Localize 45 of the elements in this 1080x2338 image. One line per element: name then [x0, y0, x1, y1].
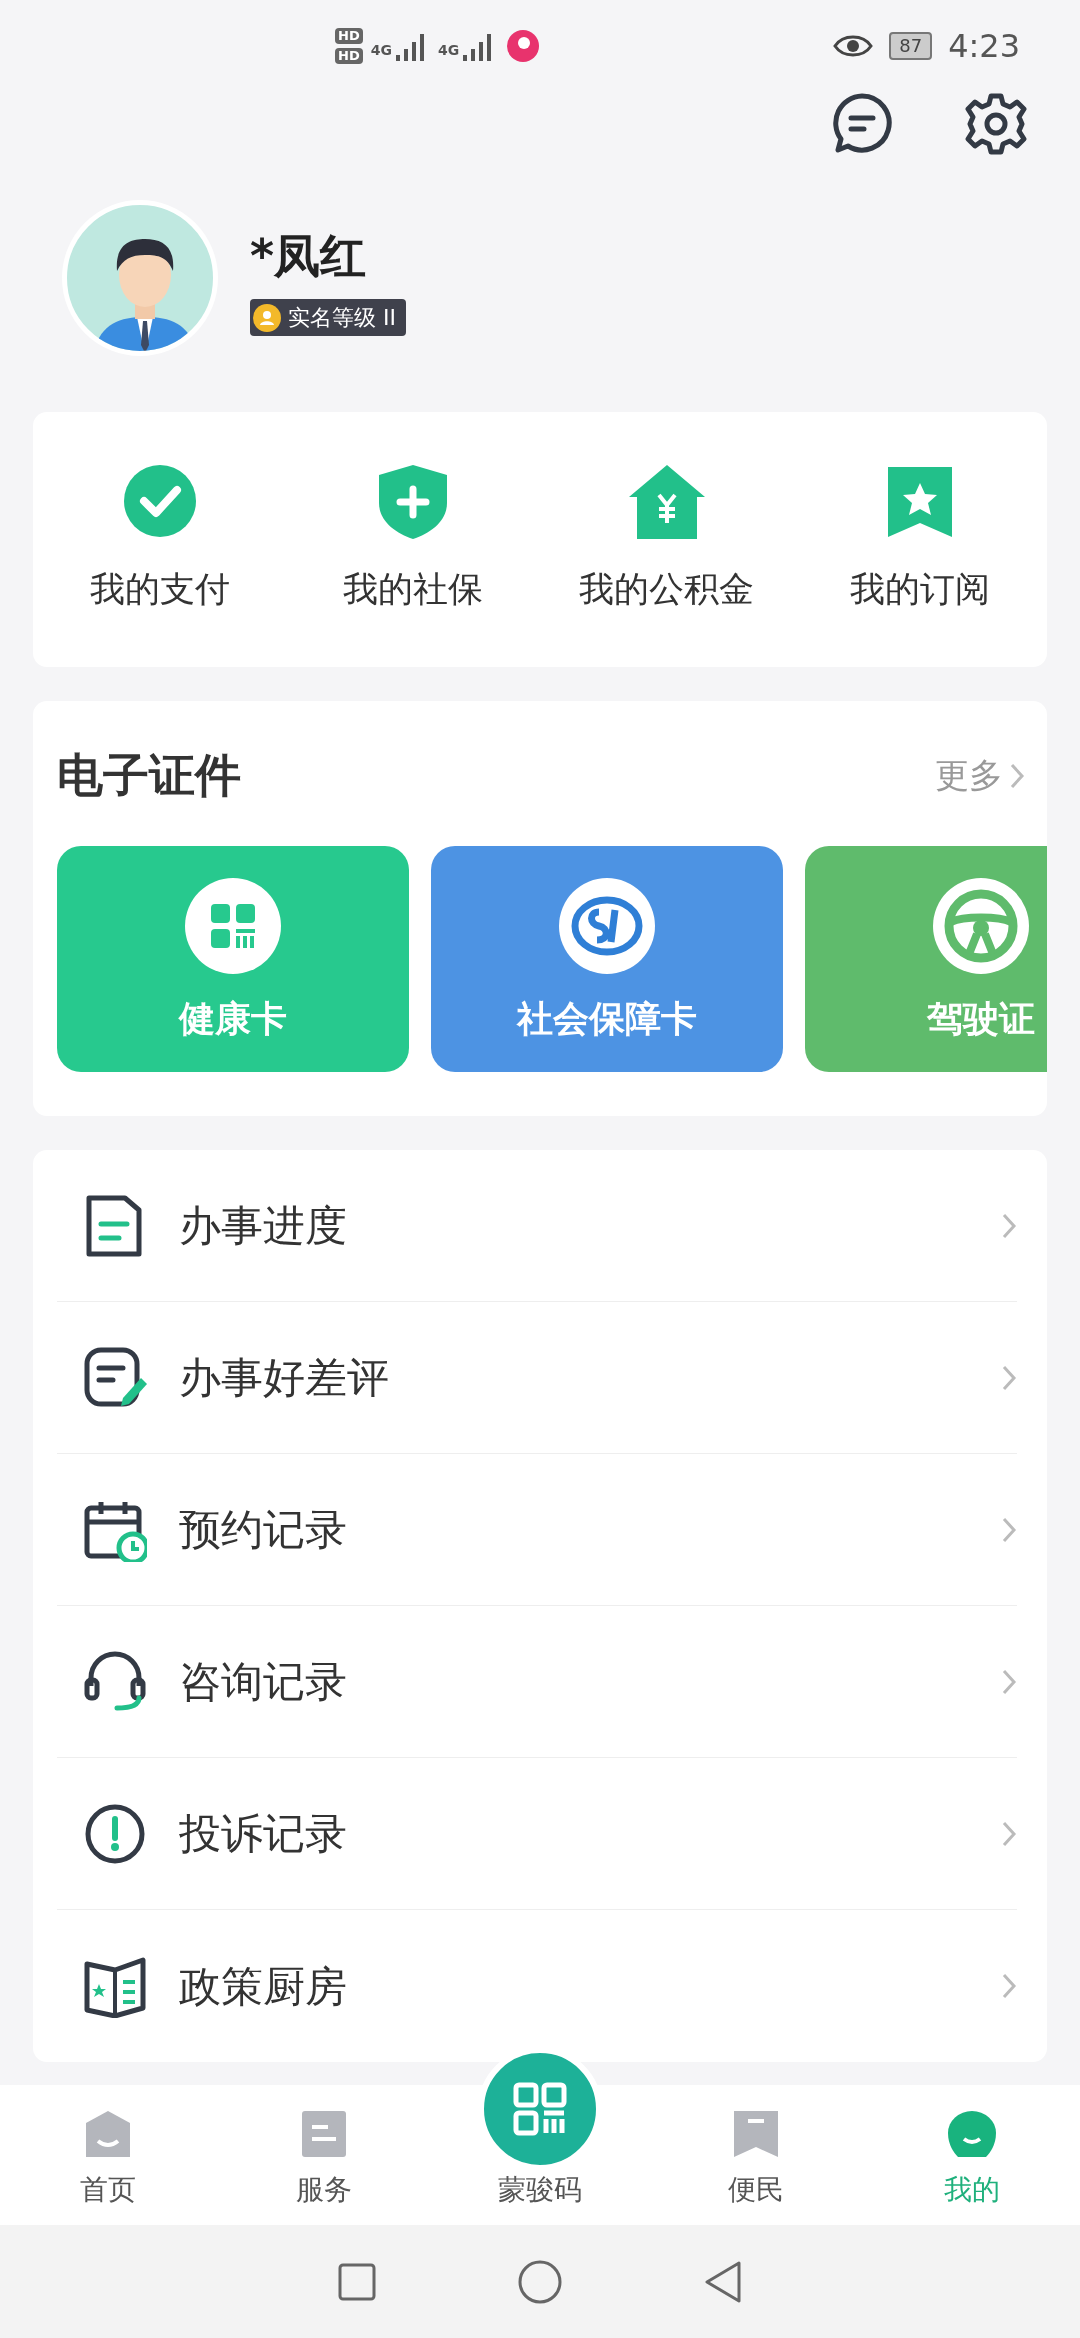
qr-code-icon	[185, 878, 281, 974]
back-button[interactable]	[703, 2259, 743, 2304]
chevron-right-icon	[1009, 761, 1025, 790]
quick-link[interactable]: 我的订阅	[850, 563, 991, 616]
message-icon[interactable]	[830, 92, 894, 156]
person-icon	[252, 302, 282, 333]
steering-wheel-icon	[933, 878, 1029, 974]
house-yen-icon	[628, 463, 705, 542]
battery-indicator: 87	[889, 32, 933, 60]
chevron-right-icon	[1001, 1972, 1017, 2000]
chevron-right-icon	[1001, 1819, 1017, 1848]
chevron-right-icon	[1001, 1667, 1017, 1696]
menu-item[interactable]: 咨询记录	[179, 1650, 969, 1713]
tab-item[interactable]: 服务	[296, 2169, 352, 2211]
network-type: 4G	[437, 41, 460, 60]
chevron-right-icon	[1001, 1515, 1017, 1544]
app-notification-icon	[505, 28, 542, 64]
verification-badge: 实名等级 II	[250, 299, 406, 336]
social-security-logo-icon	[559, 878, 655, 974]
user-name: *凤红	[250, 228, 367, 285]
person-icon	[946, 2109, 998, 2159]
chevron-right-icon	[1001, 1211, 1017, 1240]
menu-item[interactable]: 政策厨房	[179, 1954, 969, 2018]
status-time: 4:23	[948, 26, 1020, 67]
chevron-right-icon	[1001, 1363, 1017, 1392]
menu-item[interactable]: 预约记录	[179, 1498, 969, 1561]
home-button[interactable]	[517, 2258, 563, 2305]
menu-item[interactable]: 投诉记录	[179, 1802, 969, 1865]
settings-icon[interactable]	[964, 92, 1028, 156]
tab-item[interactable]: 蒙骏码	[498, 2169, 582, 2211]
quick-link[interactable]: 我的社保	[343, 563, 484, 616]
note-pen-icon	[83, 1345, 147, 1410]
hd-indicator: HD	[335, 48, 363, 64]
book-icon	[83, 1954, 147, 2018]
menu-item[interactable]: 办事好差评	[179, 1346, 969, 1409]
tab-item[interactable]: 首页	[80, 2169, 136, 2211]
recents-button[interactable]	[337, 2261, 377, 2302]
quick-link[interactable]: 我的支付	[89, 563, 230, 616]
hd-indicator: HD	[335, 28, 363, 44]
menu-item[interactable]: 办事进度	[179, 1194, 969, 1257]
qr-code-icon	[512, 2081, 568, 2137]
quick-link[interactable]: 我的公积金	[579, 563, 755, 616]
network-type: 4G	[370, 41, 392, 60]
section-title: 电子证件	[57, 747, 241, 804]
tab-item[interactable]: 便民	[728, 2169, 784, 2211]
